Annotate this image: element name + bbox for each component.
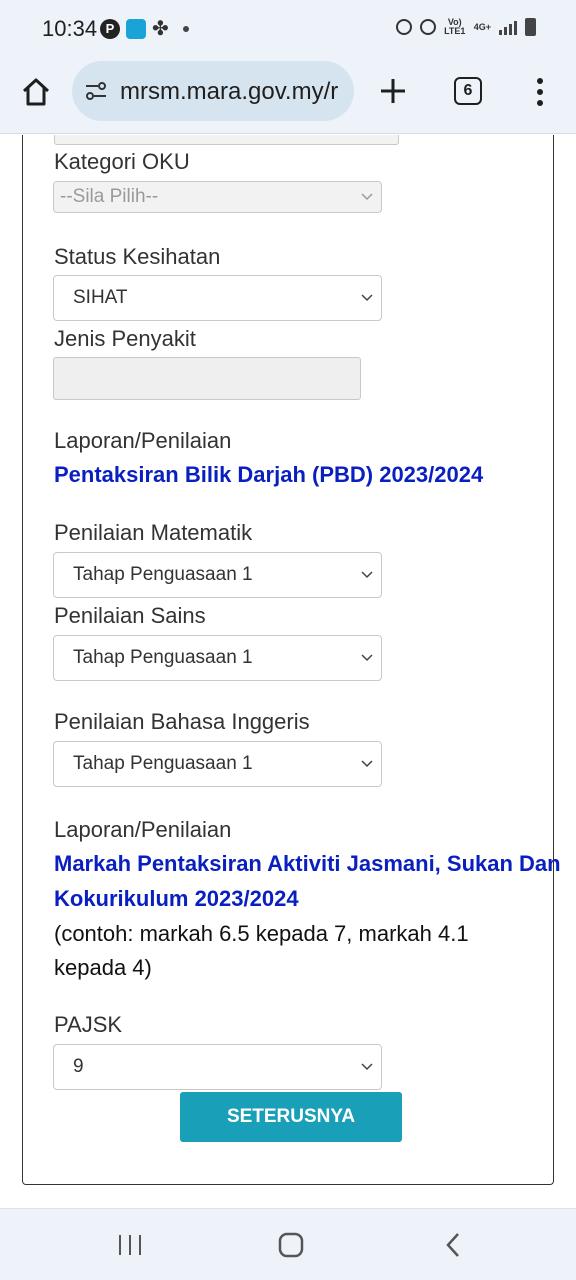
pajsk-section-title-line2: Kokurikulum 2023/2024 [54,886,299,911]
more-vert-icon[interactable] [530,76,550,108]
address-bar[interactable]: mrsm.mara.gov.my/r [72,61,354,121]
status-kesihatan-select[interactable]: SIHAT [53,275,382,321]
fan-notification-icon: ✤ [152,18,169,40]
signal-icon [499,19,517,35]
kategori-oku-value: --Sila Pilih-- [60,186,159,207]
volte-indicator: Vo) LTE1 [444,17,466,36]
recents-icon[interactable] [116,1231,144,1259]
penilaian-bahasa-inggeris-select[interactable]: Tahap Penguasaan 1 [53,741,382,787]
tune-icon[interactable] [84,79,108,103]
status-bar: 10:34 P ✤ Vo) LTE1 4G+ [0,0,576,58]
pajsk-note-line2: kepada 4) [54,955,152,980]
pajsk-section-label: Laporan/Penilaian [54,817,232,842]
penilaian-matematik-value: Tahap Penguasaan 1 [73,564,253,585]
pajsk-note-line1: (contoh: markah 6.5 kepada 7, markah 4.1 [54,921,469,946]
tab-switcher-icon[interactable]: 6 [454,77,482,105]
penilaian-matematik-select[interactable]: Tahap Penguasaan 1 [53,552,382,598]
chevron-down-icon [361,760,373,768]
kategori-oku-label: Kategori OKU [54,149,190,174]
pinterest-notification-icon: P [100,19,120,39]
pajsk-value: 9 [73,1056,84,1077]
system-nav-bar [0,1208,576,1280]
penilaian-sains-select[interactable]: Tahap Penguasaan 1 [53,635,382,681]
screen-record-icon [395,19,412,35]
nav-home-icon[interactable] [277,1231,305,1259]
kategori-oku-select[interactable]: --Sila Pilih-- [53,181,382,213]
seterusnya-button[interactable]: SETERUSNYA [180,1092,402,1142]
browser-toolbar: mrsm.mara.gov.my/r 6 [0,58,576,134]
pajsk-section-title-line1: Markah Pentaksiran Aktiviti Jasmani, Suk… [54,851,561,876]
chevron-down-icon [361,654,373,662]
status-time: 10:34 [42,16,98,41]
web-page: Kategori OKU --Sila Pilih-- Status Kesih… [0,135,576,1207]
network-type-indicator: 4G+ [473,21,491,32]
url-text[interactable]: mrsm.mara.gov.my/r [120,78,338,106]
plus-icon[interactable] [378,76,408,106]
status-kesihatan-value: SIHAT [73,287,128,308]
penilaian-bahasa-inggeris-label: Penilaian Bahasa Inggeris [54,709,310,734]
battery-icon [525,18,536,36]
chevron-down-icon [361,294,373,302]
penilaian-sains-value: Tahap Penguasaan 1 [73,647,253,668]
more-notifications-dot-icon [183,26,189,32]
previous-field-edge [54,135,399,145]
app-notification-icon [126,19,146,39]
jenis-penyakit-input[interactable] [53,357,361,400]
jenis-penyakit-label: Jenis Penyakit [54,326,196,351]
pbd-section-label: Laporan/Penilaian [54,428,232,453]
status-kesihatan-label: Status Kesihatan [54,244,221,269]
chevron-down-icon [361,571,373,579]
penilaian-bahasa-inggeris-value: Tahap Penguasaan 1 [73,753,253,774]
status-indicators: Vo) LTE1 4G+ [395,17,536,36]
pbd-section-title: Pentaksiran Bilik Darjah (PBD) 2023/2024 [54,462,484,487]
penilaian-matematik-label: Penilaian Matematik [54,520,253,545]
home-icon[interactable] [20,76,52,108]
chevron-down-icon [361,1063,373,1071]
back-icon[interactable] [440,1231,468,1259]
pajsk-select[interactable]: 9 [53,1044,382,1090]
chevron-down-icon [361,193,373,201]
pajsk-label: PAJSK [54,1012,123,1037]
alarm-icon [419,19,436,35]
penilaian-sains-label: Penilaian Sains [54,603,206,628]
